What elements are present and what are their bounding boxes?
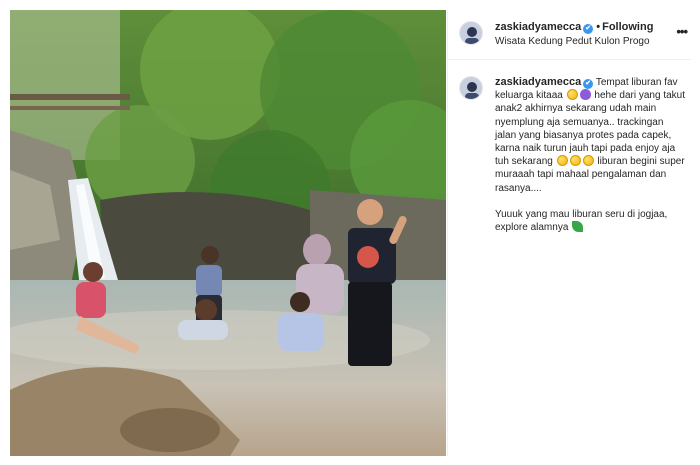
waterfall-family-photo bbox=[10, 10, 446, 456]
post-header: zaskiadyamecca ✔ • Following Wisata Kedung … bbox=[448, 10, 691, 60]
header-username-row: zaskiadyamecca ✔ • Following bbox=[495, 21, 653, 34]
separator-dot: • bbox=[596, 21, 601, 33]
caption-avatar[interactable] bbox=[459, 76, 483, 100]
location-link[interactable]: Wisata Kedung Pedut Kulon Progo bbox=[495, 36, 650, 47]
post-photo[interactable] bbox=[10, 10, 446, 456]
verified-badge-icon: ✔ bbox=[583, 79, 594, 89]
caption-text: zaskiadyamecca ✔ Tempat liburan fav kelua… bbox=[495, 76, 685, 234]
smiling-face-icon bbox=[566, 89, 578, 101]
username-link[interactable]: zaskiadyamecca bbox=[495, 21, 581, 33]
post-sidebar: zaskiadyamecca ✔ • Following Wisata Kedung … bbox=[447, 10, 691, 456]
verified-badge-icon: ✔ bbox=[583, 24, 594, 34]
purple-heart-icon bbox=[579, 89, 591, 101]
smiling-face-icon bbox=[556, 155, 568, 167]
instagram-post-view: zaskiadyamecca ✔ • Following Wisata Kedung … bbox=[0, 0, 700, 465]
caption-username-link[interactable]: zaskiadyamecca bbox=[495, 76, 581, 88]
more-options-icon[interactable]: ••• bbox=[676, 24, 688, 39]
avatar[interactable] bbox=[459, 21, 483, 45]
leaf-icon bbox=[572, 221, 584, 233]
smiling-face-icon bbox=[569, 155, 581, 167]
smiling-face-icon bbox=[582, 155, 594, 167]
following-button[interactable]: Following bbox=[602, 21, 653, 33]
